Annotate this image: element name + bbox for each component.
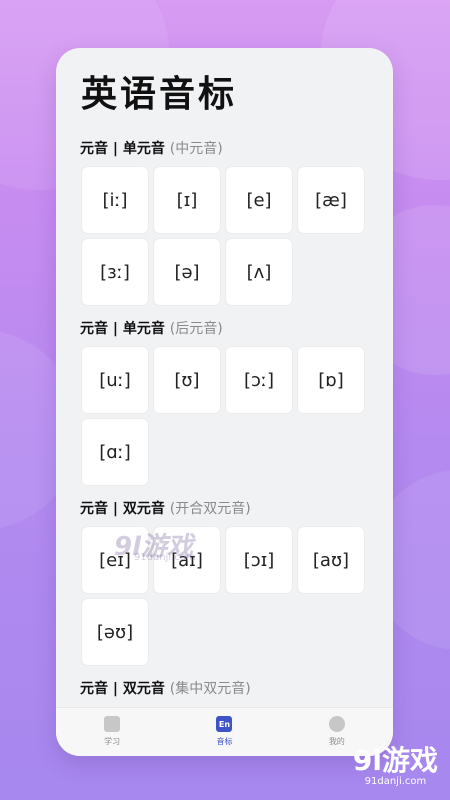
section-title: 元音 | 双元音 (开合双元音) — [80, 499, 393, 519]
section-note: (中元音) — [169, 141, 223, 157]
symbol-card[interactable]: [uː] — [82, 347, 148, 413]
symbol-card[interactable]: [ɒ] — [298, 347, 364, 413]
symbol-grid: [uː] [ʊ] [ɔː] [ɒ] [ɑː] — [82, 347, 393, 485]
section-title: 元音 | 双元音 (集中双元音) — [80, 679, 393, 699]
symbol-card[interactable]: [ɪ] — [154, 167, 220, 233]
symbol-card[interactable]: [ɑː] — [82, 419, 148, 485]
page-title: 英语音标 — [81, 74, 238, 115]
section-note: (开合双元音) — [169, 501, 251, 517]
symbol-grid: [iː] [ɪ] [e] [æ] [ɜː] [ə] [ʌ] — [82, 167, 393, 305]
bottom-tabbar: 学习 En 音标 我的 — [56, 707, 393, 756]
book-icon — [104, 716, 121, 732]
brand-logo: 9l游戏 91danji.com — [353, 746, 438, 788]
tab-study[interactable]: 学习 — [56, 708, 168, 756]
symbol-grid: [eɪ] [aɪ] [ɔɪ] [aʊ] [əʊ] — [82, 527, 393, 665]
symbol-card[interactable]: [ɔɪ] — [226, 527, 292, 593]
symbol-card[interactable]: [aʊ] — [298, 527, 364, 593]
symbol-card[interactable]: [e] — [226, 167, 292, 233]
tab-label: 我的 — [328, 737, 345, 746]
tab-label: 学习 — [104, 737, 121, 746]
symbol-card[interactable]: [eɪ] — [82, 527, 148, 593]
symbol-card[interactable]: [æ] — [298, 167, 364, 233]
symbol-card[interactable]: [aɪ] — [154, 527, 220, 593]
symbol-card[interactable]: [ʌ] — [226, 239, 292, 305]
phone-frame: 英语音标 元音 | 单元音 (中元音) [iː] [ɪ] [e] [æ] [ɜː… — [56, 48, 393, 756]
section-title: 元音 | 单元音 (中元音) — [80, 139, 393, 159]
en-icon: En — [216, 716, 233, 732]
tab-label: 音标 — [216, 737, 233, 746]
section-heading: 元音 | 单元音 — [80, 321, 165, 337]
brand-text: 9l游戏 — [352, 744, 438, 777]
symbol-card[interactable]: [ɔː] — [226, 347, 292, 413]
section-heading: 元音 | 双元音 — [80, 501, 165, 517]
symbol-card[interactable]: [ʊ] — [154, 347, 220, 413]
content-scroll[interactable]: 英语音标 元音 | 单元音 (中元音) [iː] [ɪ] [e] [æ] [ɜː… — [56, 48, 393, 708]
profile-icon — [328, 716, 345, 732]
section-title: 元音 | 单元音 (后元音) — [80, 319, 393, 339]
brand-url: 91danji.com — [364, 776, 427, 787]
symbol-card[interactable]: [iː] — [82, 167, 148, 233]
symbol-card[interactable]: [ə] — [154, 239, 220, 305]
section-note: (集中双元音) — [169, 681, 251, 697]
symbol-card[interactable]: [əʊ] — [82, 599, 148, 665]
section-note: (后元音) — [169, 321, 223, 337]
symbol-card[interactable]: [ɜː] — [82, 239, 148, 305]
section-heading: 元音 | 单元音 — [80, 141, 165, 157]
tab-phonetics[interactable]: En 音标 — [168, 708, 280, 756]
section-heading: 元音 | 双元音 — [80, 681, 165, 697]
